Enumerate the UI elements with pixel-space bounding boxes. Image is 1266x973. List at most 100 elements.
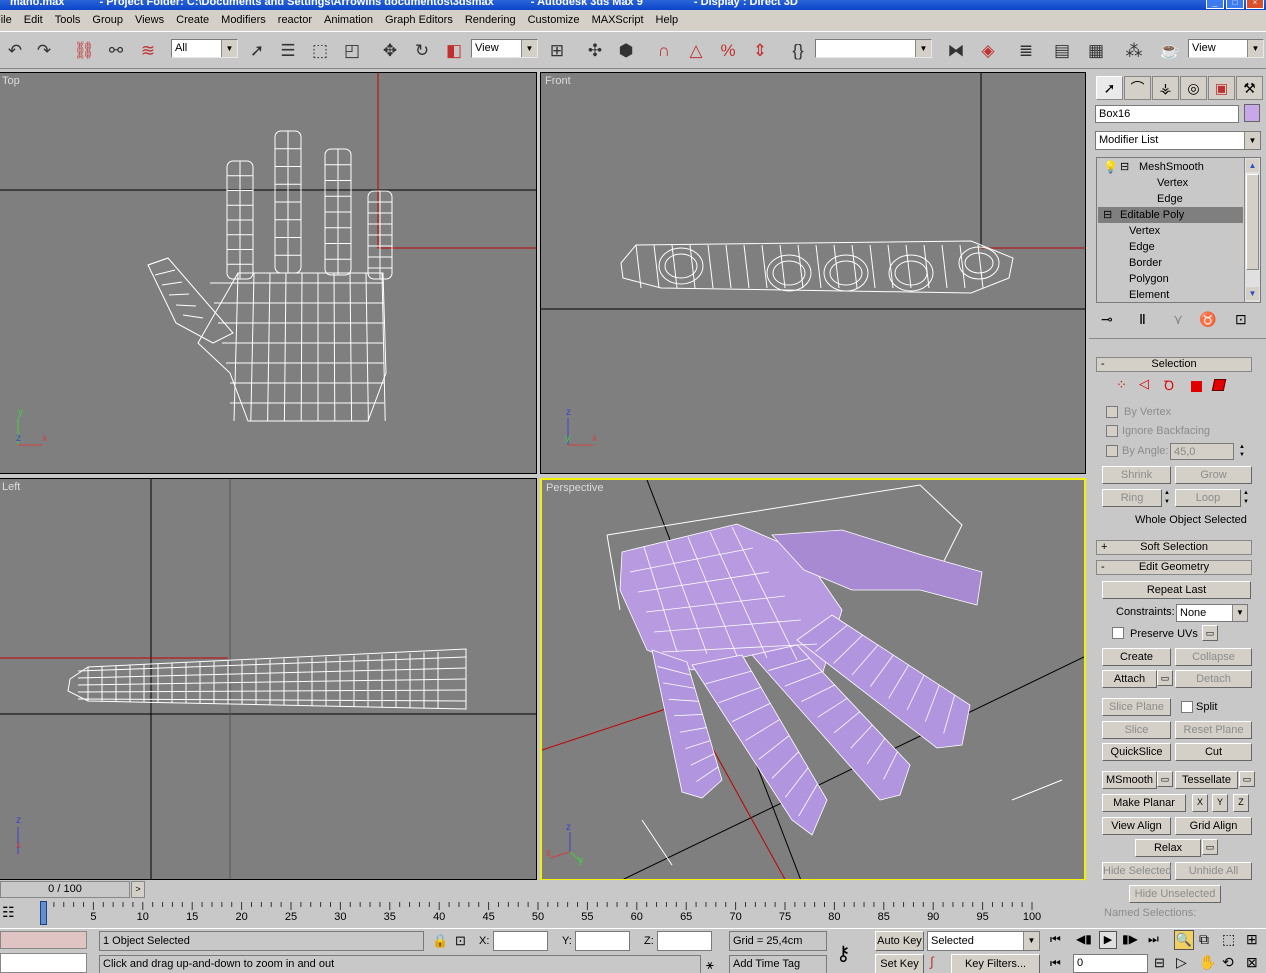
select-and-rotate-icon[interactable]: ↻ bbox=[410, 39, 434, 63]
z-coordinate-field[interactable] bbox=[657, 931, 712, 951]
tessellate-button[interactable]: Tessellate bbox=[1175, 771, 1238, 789]
stack-item-meshsmooth[interactable]: MeshSmooth bbox=[1139, 159, 1204, 175]
object-name-field[interactable]: Box16 bbox=[1095, 105, 1239, 123]
keyboard-shortcut-override-icon[interactable]: ⬢ bbox=[614, 39, 638, 63]
border-subobject-icon[interactable]: Ꝺ bbox=[1164, 376, 1174, 394]
stack-scrollbar[interactable]: ▲ ▼ bbox=[1244, 158, 1260, 302]
preserve-uvs-checkbox[interactable] bbox=[1112, 627, 1124, 639]
time-configuration-icon[interactable]: ⊟ bbox=[1154, 955, 1165, 971]
tessellate-settings-icon[interactable]: ▭ bbox=[1239, 771, 1255, 787]
element-subobject-icon[interactable] bbox=[1211, 379, 1227, 391]
select-and-manipulate-icon[interactable]: ✣ bbox=[583, 39, 607, 63]
create-tab-icon[interactable]: ➚ bbox=[1096, 76, 1123, 100]
time-slider-thumb[interactable]: 0 / 100 bbox=[0, 881, 130, 898]
field-of-view-icon[interactable]: ▷ bbox=[1176, 954, 1187, 971]
edit-named-selection-icon[interactable]: {} bbox=[786, 39, 810, 63]
render-scene-icon[interactable]: ☕ bbox=[1158, 39, 1182, 63]
x-coordinate-field[interactable] bbox=[493, 931, 548, 951]
hierarchy-tab-icon[interactable]: ⚶ bbox=[1152, 76, 1179, 100]
track-bar[interactable]: ☷ 05101520253035404550556065707580859095… bbox=[0, 900, 1085, 928]
go-to-end-icon[interactable]: ⏭ bbox=[1148, 932, 1159, 947]
grid-align-button[interactable]: Grid Align bbox=[1175, 817, 1252, 835]
preserve-uvs-settings-icon[interactable]: ▭ bbox=[1202, 625, 1218, 641]
configure-modifier-sets-icon[interactable]: ⊡ bbox=[1235, 311, 1247, 328]
spinner-snap-icon[interactable]: ⇕ bbox=[748, 39, 772, 63]
zoom-all-icon[interactable]: ⧉ bbox=[1199, 931, 1209, 948]
edit-geometry-rollout-header[interactable]: - Edit Geometry bbox=[1096, 560, 1252, 575]
rectangular-selection-icon[interactable]: ⬚ bbox=[308, 39, 332, 63]
stack-item-vertex[interactable]: Vertex bbox=[1129, 223, 1160, 239]
maxscript-listener-input[interactable] bbox=[0, 953, 87, 973]
modifier-list-dropdown[interactable]: Modifier List ▼ bbox=[1095, 131, 1261, 150]
absolute-mode-icon[interactable]: ⊡ bbox=[455, 933, 466, 949]
by-vertex-checkbox[interactable] bbox=[1106, 406, 1118, 418]
slice-button[interactable]: Slice bbox=[1102, 721, 1171, 739]
viewport-top[interactable]: Top bbox=[0, 72, 537, 474]
select-object-icon[interactable]: ➚ bbox=[245, 39, 269, 63]
quickslice-button[interactable]: QuickSlice bbox=[1102, 743, 1171, 761]
selection-filter-dropdown[interactable]: All ▼ bbox=[171, 39, 238, 58]
hide-unselected-button[interactable]: Hide Unselected bbox=[1129, 885, 1221, 903]
menu-help[interactable]: Help bbox=[650, 10, 685, 31]
scroll-up-icon[interactable]: ▲ bbox=[1246, 159, 1259, 172]
split-checkbox[interactable] bbox=[1181, 701, 1193, 713]
schematic-view-icon[interactable]: ▦ bbox=[1084, 39, 1108, 63]
ring-spinner-icon[interactable]: ▲ ▼ bbox=[1162, 489, 1172, 507]
select-and-move-icon[interactable]: ✥ bbox=[378, 39, 402, 63]
menu-tools[interactable]: Tools bbox=[49, 10, 87, 31]
by-angle-spinner-field[interactable]: 45,0 bbox=[1170, 443, 1234, 460]
create-button[interactable]: Create bbox=[1102, 648, 1171, 666]
reset-plane-button[interactable]: Reset Plane bbox=[1175, 721, 1252, 739]
next-frame-arrow-icon[interactable]: > bbox=[131, 881, 145, 898]
time-tag-icon[interactable]: ⚹ bbox=[706, 957, 714, 973]
view-align-button[interactable]: View Align bbox=[1102, 817, 1171, 835]
curve-editor-icon[interactable]: ▤ bbox=[1050, 39, 1074, 63]
redo-icon[interactable]: ↷ bbox=[32, 39, 56, 63]
percent-snap-icon[interactable]: % bbox=[716, 39, 740, 63]
unlink-selection-icon[interactable]: ⚯ bbox=[104, 39, 128, 63]
go-to-start-icon[interactable]: ⏮ bbox=[1050, 932, 1061, 947]
menu-group[interactable]: Group bbox=[86, 10, 129, 31]
menu-customize[interactable]: Customize bbox=[522, 10, 586, 31]
viewport-left[interactable]: Left bbox=[0, 478, 537, 880]
zoom-extents-all-icon[interactable]: ⊞ bbox=[1246, 931, 1258, 948]
relax-settings-icon[interactable]: ▭ bbox=[1202, 839, 1218, 855]
current-frame-marker[interactable] bbox=[40, 901, 47, 925]
bind-to-space-warp-icon[interactable]: ≋ bbox=[136, 39, 160, 63]
unhide-all-button[interactable]: Unhide All bbox=[1175, 862, 1252, 880]
key-mode-toggle-icon[interactable]: ⏮ bbox=[1050, 956, 1061, 971]
stack-item-polygon[interactable]: Polygon bbox=[1129, 271, 1169, 287]
angle-snap-icon[interactable]: △ bbox=[684, 39, 708, 63]
planar-z-button[interactable]: Z bbox=[1233, 794, 1249, 812]
polygon-subobject-icon[interactable] bbox=[1191, 381, 1202, 392]
set-keys-key-icon[interactable]: ⚷ bbox=[836, 941, 851, 966]
hide-selected-button[interactable]: Hide Selected bbox=[1102, 862, 1172, 880]
previous-frame-icon[interactable]: ◀▮ bbox=[1076, 932, 1092, 946]
pin-stack-icon[interactable]: ⊸ bbox=[1101, 311, 1113, 328]
modify-tab-icon[interactable]: ⌒ bbox=[1124, 76, 1151, 100]
zoom-icon[interactable]: 🔍 bbox=[1174, 930, 1194, 950]
reference-coordinate-dropdown[interactable]: View ▼ bbox=[471, 39, 538, 58]
play-icon[interactable]: ▶ bbox=[1099, 931, 1117, 949]
set-key-button[interactable]: Set Key bbox=[875, 954, 924, 973]
maximize-viewport-icon[interactable]: ⊠ bbox=[1246, 954, 1258, 971]
scroll-thumb[interactable] bbox=[1246, 174, 1259, 270]
grow-button[interactable]: Grow bbox=[1175, 466, 1252, 484]
stack-item-vertex[interactable]: Vertex bbox=[1157, 175, 1188, 191]
menu-create[interactable]: Create bbox=[170, 10, 215, 31]
relax-button[interactable]: Relax bbox=[1135, 839, 1201, 857]
vertex-subobject-icon[interactable]: ⁘ bbox=[1116, 377, 1127, 393]
selection-lock-icon[interactable]: 🔒 bbox=[432, 933, 448, 949]
stack-item-border[interactable]: Border bbox=[1129, 255, 1162, 271]
spinner-arrows-icon[interactable]: ▲ ▼ bbox=[1237, 443, 1247, 460]
close-icon[interactable]: × bbox=[1246, 0, 1264, 9]
planar-y-button[interactable]: Y bbox=[1212, 794, 1228, 812]
collapse-button[interactable]: Collapse bbox=[1175, 648, 1252, 666]
stack-item-element[interactable]: Element bbox=[1129, 287, 1169, 303]
edge-subobject-icon[interactable]: ◁ bbox=[1139, 376, 1149, 392]
planar-x-button[interactable]: X bbox=[1192, 794, 1208, 812]
window-crossing-icon[interactable]: ◰ bbox=[340, 39, 364, 63]
shrink-button[interactable]: Shrink bbox=[1102, 466, 1171, 484]
mirror-icon[interactable]: ⧓ bbox=[944, 39, 968, 63]
stack-item-editable-poly-row[interactable]: ⊟ Editable Poly bbox=[1098, 207, 1243, 223]
